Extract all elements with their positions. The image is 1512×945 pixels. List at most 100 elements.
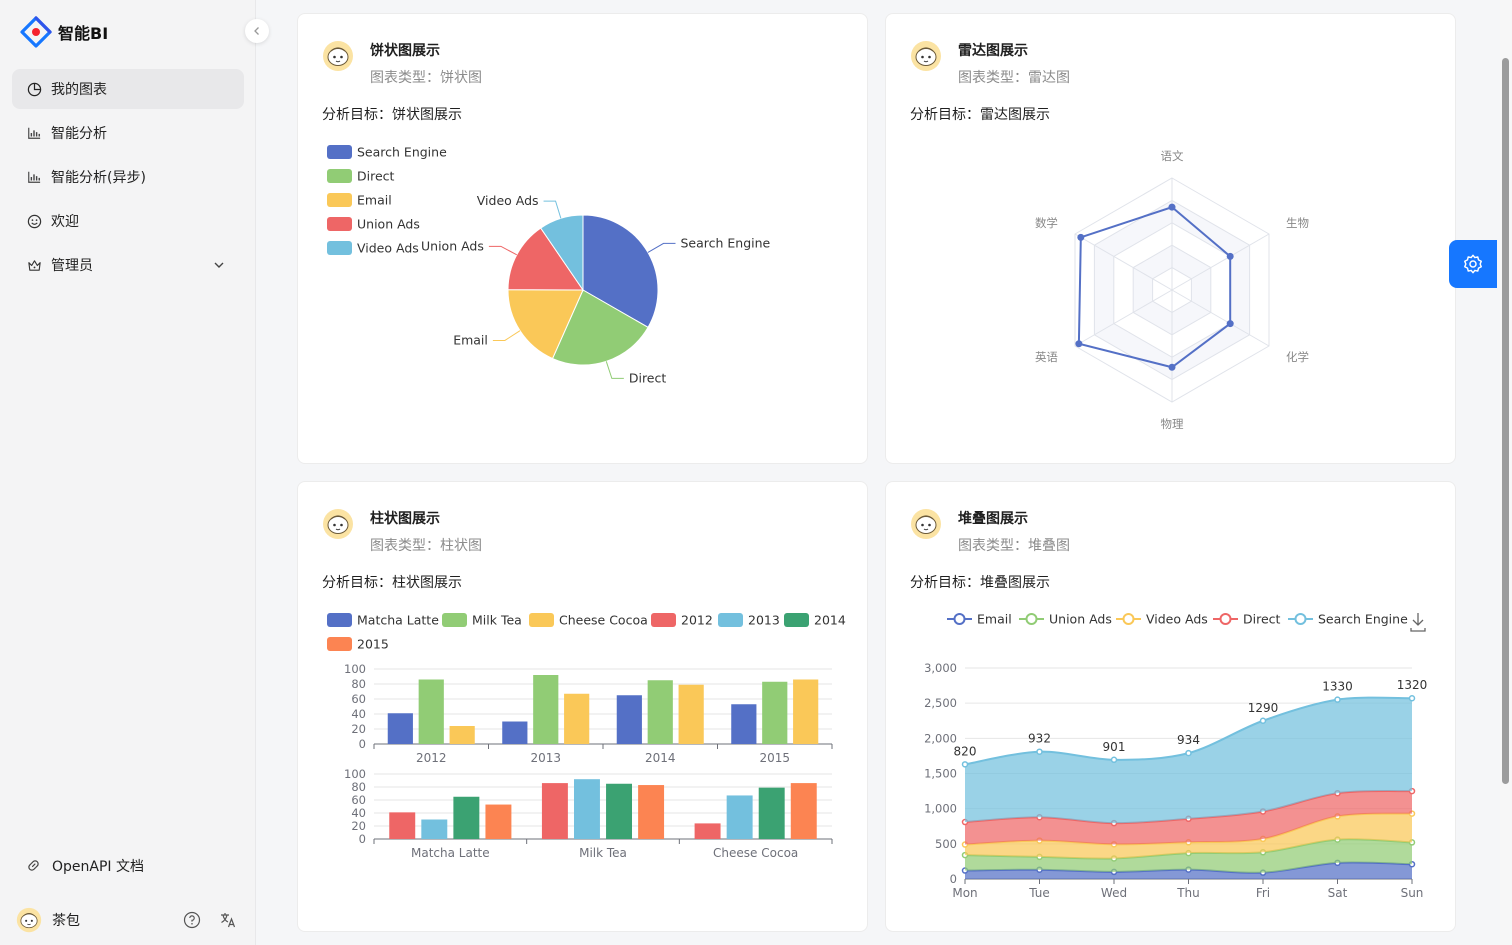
- chart-card-pie: 饼状图展示 图表类型：饼状图 分析目标：饼状图展示 Search Engine D…: [297, 13, 868, 464]
- legend-marker: [1294, 613, 1307, 625]
- settings-button[interactable]: [1449, 240, 1497, 288]
- sidebar-item-my-charts[interactable]: 我的图表: [12, 69, 244, 109]
- x-tick-label: Tue: [1028, 886, 1050, 900]
- data-label: 1320: [1397, 678, 1428, 692]
- x-tick-label: 2015: [759, 751, 790, 765]
- legend-swatch: [718, 613, 743, 627]
- legend-marker: [1122, 613, 1135, 625]
- smile-icon: [26, 213, 42, 229]
- sidebar-item-admin[interactable]: 管理员: [12, 245, 244, 285]
- legend-label: 2015: [357, 637, 389, 652]
- sidebar-item-smart-analysis[interactable]: 智能分析: [12, 113, 244, 153]
- pie-label: Video Ads: [477, 193, 539, 208]
- pie-chart-icon: [26, 81, 42, 97]
- brand[interactable]: 智能BI: [20, 16, 108, 48]
- x-tick-label: Sun: [1401, 886, 1424, 900]
- legend-label: 2014: [814, 613, 846, 628]
- bar: [793, 679, 819, 744]
- y-tick-label: 500: [935, 837, 957, 851]
- x-tick-label: Thu: [1176, 886, 1200, 900]
- pie-label-line: [647, 242, 676, 253]
- user-name: 茶包: [52, 913, 80, 929]
- sidebar-item-label: 欢迎: [51, 214, 79, 230]
- openapi-docs-link[interactable]: OpenAPI 文档: [26, 856, 144, 876]
- pie-label-line: [492, 330, 521, 341]
- x-tick-label: Fri: [1256, 886, 1270, 900]
- download-icon[interactable]: [1410, 613, 1426, 632]
- stacked-area-chart: Email Union Ads Video Ads Direct Search Engi…: [924, 612, 1428, 901]
- pie-chart: Search EngineDirectEmailUnion AdsVideo A…: [327, 145, 771, 385]
- y-tick-label: 2,500: [924, 696, 957, 710]
- x-tick-label: Mon: [952, 886, 977, 900]
- area-point: [1036, 748, 1043, 755]
- y-tick-label: 80: [351, 780, 366, 794]
- bar: [606, 783, 633, 839]
- sidebar-item-label: 我的图表: [51, 82, 107, 98]
- legend-label: Direct: [1243, 612, 1281, 627]
- legend-marker: [953, 613, 966, 625]
- radar-indicator-label: 数学: [1035, 216, 1058, 230]
- legend-label: Milk Tea: [472, 613, 522, 628]
- help-icon[interactable]: [182, 910, 202, 930]
- legend-label: 2012: [681, 613, 713, 628]
- sidebar-item-smart-analysis-async[interactable]: 智能分析(异步): [12, 157, 244, 197]
- scrollbar[interactable]: [1500, 0, 1512, 945]
- y-tick-label: 1,000: [924, 802, 957, 816]
- y-tick-label: 60: [351, 692, 366, 706]
- bar-chart-icon: [26, 125, 42, 141]
- scrollbar-thumb[interactable]: [1502, 58, 1509, 784]
- data-label: 1330: [1322, 680, 1353, 694]
- bar: [726, 795, 753, 839]
- user-menu[interactable]: 茶包: [16, 906, 244, 934]
- legend-swatch: [327, 193, 352, 207]
- x-tick-label: Wed: [1101, 886, 1127, 900]
- sidebar-item-welcome[interactable]: 欢迎: [12, 201, 244, 241]
- bar: [449, 726, 475, 744]
- bar: [564, 693, 590, 744]
- radar-point: [1168, 203, 1176, 211]
- area-point: [1259, 717, 1267, 724]
- y-tick-label: 0: [359, 832, 366, 846]
- radar-indicator-label: 语文: [1161, 149, 1184, 163]
- pie-label-line: [543, 200, 562, 219]
- crown-icon: [26, 257, 42, 273]
- data-label: 932: [1028, 732, 1051, 746]
- chevron-down-icon: [214, 262, 224, 268]
- radar-chart: 语文生物化学物理 英语 数学: [1035, 149, 1309, 431]
- bar: [453, 796, 480, 839]
- legend-label: Union Ads: [357, 217, 420, 232]
- y-tick-label: 0: [950, 872, 957, 886]
- legend-swatch: [529, 613, 554, 627]
- sidebar-item-label: 智能分析: [51, 126, 107, 142]
- pie-label: Direct: [629, 370, 667, 385]
- bar: [418, 679, 444, 744]
- y-tick-label: 100: [344, 662, 366, 676]
- area-point: [1185, 749, 1192, 757]
- chevron-left-icon: [254, 27, 259, 35]
- bar: [731, 704, 757, 744]
- bar: [616, 695, 642, 744]
- radar-indicator-label: 化学: [1286, 350, 1309, 364]
- bar: [502, 721, 528, 744]
- y-tick-label: 1,500: [924, 767, 957, 781]
- openapi-docs-label: OpenAPI 文档: [52, 859, 144, 875]
- data-label: 820: [954, 744, 977, 758]
- legend-swatch: [442, 613, 467, 627]
- translate-icon[interactable]: [218, 910, 238, 930]
- chart-card-radar: 雷达图展示 图表类型：雷达图 分析目标：雷达图展示 语文 生物 化学 物理 英语 数学: [885, 13, 1456, 464]
- y-tick-label: 40: [351, 707, 366, 721]
- gear-icon: [1464, 254, 1482, 274]
- y-tick-label: 3,000: [924, 661, 957, 675]
- data-label: 934: [1177, 733, 1200, 747]
- pie-label-line: [605, 361, 624, 379]
- bar: [678, 684, 704, 744]
- pie-label: Union Ads: [421, 238, 484, 253]
- avatar: [16, 907, 42, 933]
- legend-swatch: [327, 613, 352, 627]
- legend-marker: [1025, 613, 1038, 625]
- collapse-sidebar-button[interactable]: [245, 19, 269, 43]
- y-tick-label: 60: [351, 793, 366, 807]
- bar: [389, 812, 416, 839]
- legend-swatch: [327, 241, 352, 255]
- bar: [638, 785, 665, 839]
